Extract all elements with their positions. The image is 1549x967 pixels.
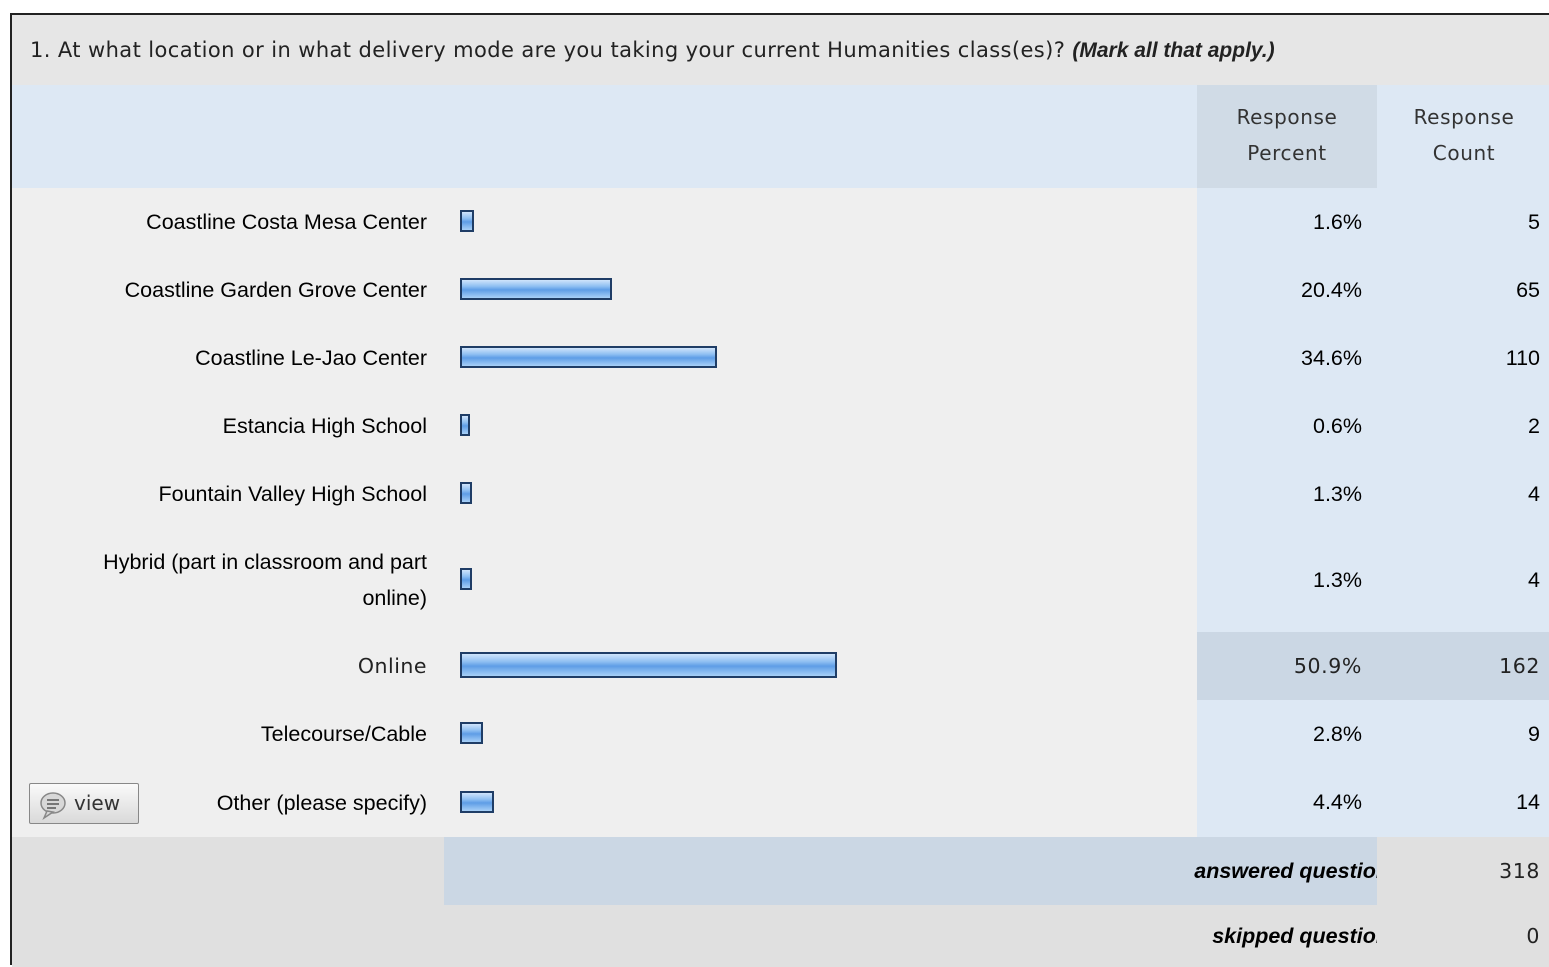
answer-row: Hybrid (part in classroom and part onlin… <box>12 528 1549 632</box>
answer-row: Other (please specify) 4.4% 14 view <box>12 768 1549 837</box>
response-percent: 1.3% <box>1197 460 1377 528</box>
bar-cell <box>460 188 1197 256</box>
speech-bubble-icon <box>40 792 66 820</box>
response-bar <box>460 278 612 300</box>
skipped-question-label: skipped question <box>1212 924 1389 948</box>
response-count-header-line2: Count <box>1432 141 1496 165</box>
header-spacer <box>12 85 1197 188</box>
response-count: 2 <box>1377 392 1549 460</box>
answer-row: Coastline Costa Mesa Center 1.6% 5 <box>12 188 1549 256</box>
response-percent: 1.3% <box>1197 528 1377 632</box>
response-percent: 1.6% <box>1197 188 1377 256</box>
view-button-label: view <box>74 791 121 815</box>
question-note: (Mark all that apply.) <box>1072 39 1275 62</box>
response-count: 4 <box>1377 460 1549 528</box>
response-bar <box>460 568 472 590</box>
bar-cell <box>460 700 1197 768</box>
response-count-header: Response Count <box>1377 85 1549 188</box>
response-percent: 50.9% <box>1197 632 1377 700</box>
answer-label: Coastline Garden Grove Center <box>124 278 427 302</box>
bar-cell <box>460 768 1197 837</box>
response-count: 65 <box>1377 256 1549 324</box>
skipped-label-cell: skipped question <box>444 905 1389 967</box>
answer-label: Fountain Valley High School <box>158 482 427 506</box>
response-bar <box>460 346 717 368</box>
response-count: 4 <box>1377 528 1549 632</box>
response-count: 9 <box>1377 700 1549 768</box>
bar-cell <box>460 324 1197 392</box>
answered-question-label: answered question <box>1194 859 1389 883</box>
bar-cell <box>460 392 1197 460</box>
answer-row: Telecourse/Cable 2.8% 9 <box>12 700 1549 768</box>
answer-row: Estancia High School 0.6% 2 <box>12 392 1549 460</box>
response-percent-header-line2: Percent <box>1247 141 1327 165</box>
question-header: 1. At what location or in what delivery … <box>12 15 1549 85</box>
answer-row: Coastline Le-Jao Center 34.6% 110 <box>12 324 1549 392</box>
answered-label-cell: answered question <box>444 837 1389 905</box>
answer-label: Coastline Costa Mesa Center <box>146 210 427 234</box>
response-bar <box>460 722 483 744</box>
response-count-header-line1: Response <box>1413 105 1515 129</box>
response-percent-header: Response Percent <box>1197 85 1377 188</box>
answer-label: Telecourse/Cable <box>260 722 427 746</box>
survey-results-table: 1. At what location or in what delivery … <box>10 13 1549 967</box>
response-count: 14 <box>1377 768 1549 837</box>
answer-label: Hybrid (part in classroom and part onlin… <box>103 550 427 610</box>
response-count: 5 <box>1377 188 1549 256</box>
skipped-question-value: 0 <box>1377 905 1549 967</box>
question-text: 1. At what location or in what delivery … <box>30 38 1066 62</box>
answer-row: Coastline Garden Grove Center 20.4% 65 <box>12 256 1549 324</box>
bar-cell <box>460 460 1197 528</box>
response-count: 162 <box>1377 632 1549 700</box>
view-responses-button[interactable]: view <box>29 783 139 824</box>
skipped-left-spacer <box>12 905 444 967</box>
response-percent-header-line1: Response <box>1236 105 1338 129</box>
response-percent: 0.6% <box>1197 392 1377 460</box>
answer-row: Fountain Valley High School 1.3% 4 <box>12 460 1549 528</box>
answer-label: Estancia High School <box>222 414 427 438</box>
bar-cell <box>460 528 1197 632</box>
response-bar <box>460 414 470 436</box>
skipped-question-row: skipped question 0 <box>12 905 1549 967</box>
answer-label: Online <box>357 654 427 678</box>
response-percent: 20.4% <box>1197 256 1377 324</box>
response-percent: 4.4% <box>1197 768 1377 837</box>
answered-question-value: 318 <box>1377 837 1549 905</box>
response-bar <box>460 790 494 813</box>
response-percent: 2.8% <box>1197 700 1377 768</box>
answer-label: Coastline Le-Jao Center <box>195 346 427 370</box>
answered-left-spacer <box>12 837 444 905</box>
answered-question-row: answered question 318 <box>12 837 1549 905</box>
response-percent: 34.6% <box>1197 324 1377 392</box>
bar-cell <box>460 256 1197 324</box>
response-bar <box>460 652 837 678</box>
answer-row: Online 50.9% 162 <box>12 632 1549 700</box>
response-bar <box>460 482 472 504</box>
response-bar <box>460 210 474 232</box>
response-count: 110 <box>1377 324 1549 392</box>
bar-cell <box>460 632 1197 700</box>
